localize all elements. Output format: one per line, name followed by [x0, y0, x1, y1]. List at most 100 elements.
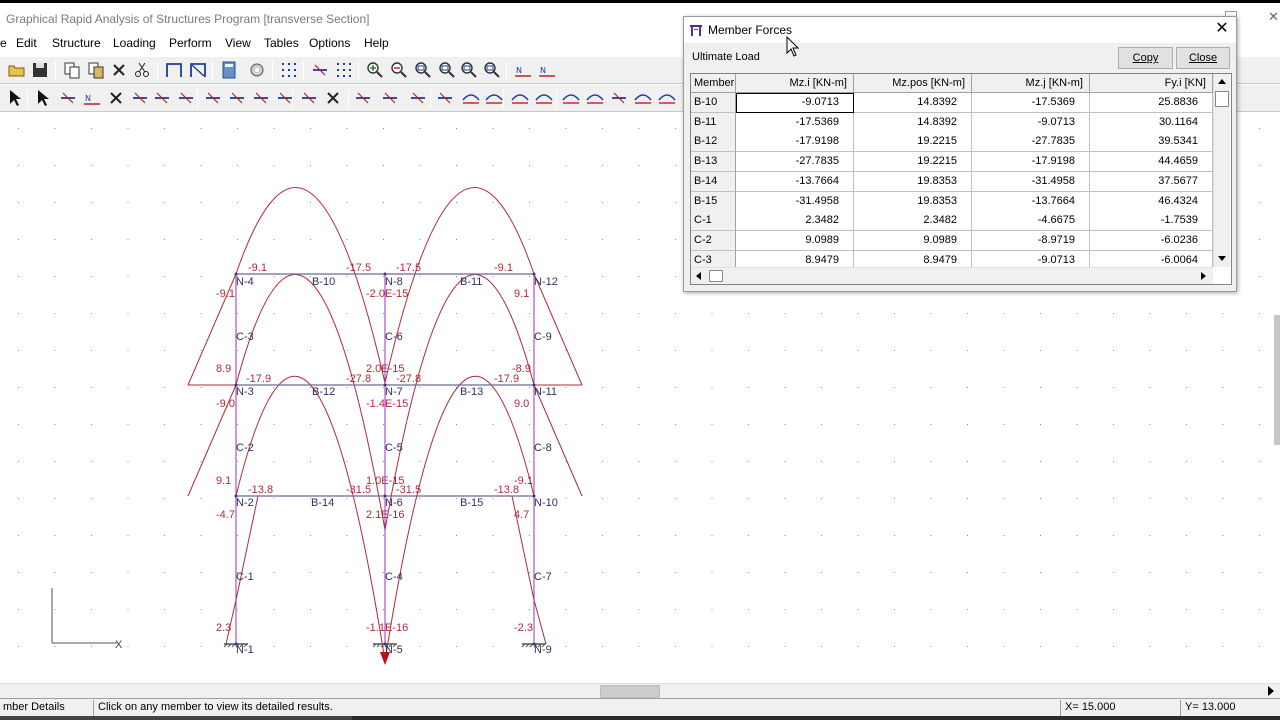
zoom-out-icon[interactable]: [389, 60, 409, 80]
force-value-cell[interactable]: 19.8353: [854, 171, 972, 192]
save-icon[interactable]: [30, 60, 50, 80]
force-value-cell[interactable]: 37.5677: [1090, 171, 1213, 192]
frame-braced-icon[interactable]: [188, 60, 208, 80]
select-icon[interactable]: [6, 88, 26, 108]
scroll-thumb[interactable]: [709, 270, 723, 282]
column-header[interactable]: Mz.i [KN-m]: [736, 74, 854, 93]
force-value-cell[interactable]: 14.8392: [854, 93, 972, 113]
member-name-cell[interactable]: B-15: [691, 191, 736, 212]
scroll-thumb[interactable]: [600, 685, 660, 698]
close-icon[interactable]: ✕: [1268, 9, 1279, 25]
scroll-right-icon[interactable]: [1195, 268, 1211, 284]
force-value-cell[interactable]: 14.8392: [854, 112, 972, 133]
paste-icon[interactable]: [86, 60, 106, 80]
distributed-load-icon[interactable]: [561, 88, 581, 108]
force-value-cell[interactable]: -6.0236: [1090, 230, 1213, 251]
dialog-title-bar[interactable]: Member Forces ✕: [684, 17, 1236, 43]
moment-diagram-icon[interactable]: [585, 88, 605, 108]
member-forces-table[interactable]: Member Mz.i [KN-m] Mz.pos [KN-m] Mz.j [KN-m…: [690, 73, 1232, 285]
arc-icon[interactable]: [461, 88, 481, 108]
scroll-left-icon[interactable]: [691, 268, 707, 284]
close-button[interactable]: Close: [1176, 47, 1230, 69]
dialog-close-icon[interactable]: ✕: [1212, 19, 1232, 39]
menu-view[interactable]: View: [225, 36, 251, 50]
table-horizontal-scrollbar[interactable]: [691, 267, 1213, 284]
force-value-cell[interactable]: 30.1164: [1090, 112, 1213, 133]
force-value-cell[interactable]: 2.3482: [854, 211, 972, 232]
menu-perform[interactable]: Perform: [169, 36, 212, 50]
node-numbers-icon[interactable]: N: [513, 60, 533, 80]
copy-button[interactable]: Copy: [1118, 47, 1173, 69]
force-value-cell[interactable]: -17.9198: [972, 152, 1090, 173]
support-fixed-icon[interactable]: [130, 88, 150, 108]
hinge-icon[interactable]: [203, 88, 223, 108]
line-load-icon[interactable]: [510, 88, 530, 108]
force-value-cell[interactable]: -13.7664: [736, 171, 854, 192]
zoom-all-icon[interactable]: [437, 60, 457, 80]
copy-icon[interactable]: [62, 60, 82, 80]
force-value-cell[interactable]: -31.4958: [972, 171, 1090, 192]
force-value-cell[interactable]: -8.9719: [972, 230, 1090, 251]
scroll-thumb[interactable]: [1215, 91, 1229, 107]
scroll-up-icon[interactable]: [1214, 74, 1230, 90]
triangle-support-icon[interactable]: [227, 88, 247, 108]
menu-edit[interactable]: Edit: [16, 36, 37, 50]
delete-icon[interactable]: [109, 60, 129, 80]
force-value-cell[interactable]: 19.2215: [854, 152, 972, 173]
zoom-extents-icon[interactable]: [482, 60, 502, 80]
force-value-cell[interactable]: 44.4659: [1090, 152, 1213, 173]
menu-loading[interactable]: Loading: [113, 36, 156, 50]
menu-options[interactable]: Options: [309, 36, 350, 50]
cut-icon[interactable]: [132, 60, 152, 80]
settings-icon[interactable]: [247, 60, 267, 80]
member-name-cell[interactable]: B-10: [691, 93, 736, 113]
shear-diagram-icon[interactable]: [633, 88, 653, 108]
force-value-cell[interactable]: -9.0713: [736, 93, 854, 113]
force-value-cell[interactable]: -17.5369: [972, 93, 1090, 113]
move-icon[interactable]: [299, 88, 319, 108]
force-value-cell[interactable]: -13.7664: [972, 191, 1090, 212]
force-value-cell[interactable]: 39.5341: [1090, 132, 1213, 153]
brace-icon[interactable]: [152, 88, 172, 108]
force-value-cell[interactable]: -17.5369: [736, 112, 854, 133]
scroll-down-icon[interactable]: [1214, 250, 1230, 266]
zoom-in-icon[interactable]: [365, 60, 385, 80]
force-value-cell[interactable]: 19.2215: [854, 132, 972, 153]
force-value-cell[interactable]: -27.7835: [736, 152, 854, 173]
node-grid-icon[interactable]: [334, 60, 354, 80]
force-value-cell[interactable]: -17.9198: [736, 132, 854, 153]
open-icon[interactable]: [7, 60, 27, 80]
force-value-cell[interactable]: 25.8836: [1090, 93, 1213, 113]
deflection-icon[interactable]: [534, 88, 554, 108]
bending-moment-icon[interactable]: [609, 88, 629, 108]
table-icon[interactable]: [435, 88, 455, 108]
force-value-cell[interactable]: 2.3482: [736, 211, 854, 232]
calculator-icon[interactable]: [219, 60, 239, 80]
scroll-right-icon[interactable]: [1266, 686, 1276, 696]
column-header[interactable]: Member: [691, 74, 736, 93]
grid-dots-icon[interactable]: [279, 60, 299, 80]
menu-structure[interactable]: Structure: [52, 36, 101, 50]
force-value-cell[interactable]: -27.7835: [972, 132, 1090, 153]
member-name-cell[interactable]: B-12: [691, 132, 736, 153]
canvas-vertical-scrollbar[interactable]: [1274, 315, 1280, 445]
dimension-icon[interactable]: [310, 60, 330, 80]
canvas-horizontal-scrollbar[interactable]: [0, 683, 1280, 698]
member-name-cell[interactable]: C-1: [691, 211, 736, 232]
numbered-load-icon[interactable]: [484, 88, 504, 108]
element-numbers-icon[interactable]: N: [537, 60, 557, 80]
menu-help[interactable]: Help: [364, 36, 389, 50]
force-value-cell[interactable]: 19.8353: [854, 191, 972, 212]
axial-diagram-icon[interactable]: [657, 88, 677, 108]
member-name-cell[interactable]: B-13: [691, 152, 736, 173]
cross-icon[interactable]: [106, 88, 126, 108]
frame-icon[interactable]: [164, 60, 184, 80]
table-vertical-scrollbar[interactable]: [1213, 74, 1230, 267]
zoom-window-icon[interactable]: [413, 60, 433, 80]
column-header[interactable]: Fy.i [KN]: [1090, 74, 1213, 93]
zoom-previous-icon[interactable]: [459, 60, 479, 80]
member-name-cell[interactable]: C-2: [691, 230, 736, 251]
force-value-cell[interactable]: -1.7539: [1090, 211, 1213, 232]
pointer-icon[interactable]: [34, 88, 54, 108]
member-name-cell[interactable]: B-14: [691, 171, 736, 192]
